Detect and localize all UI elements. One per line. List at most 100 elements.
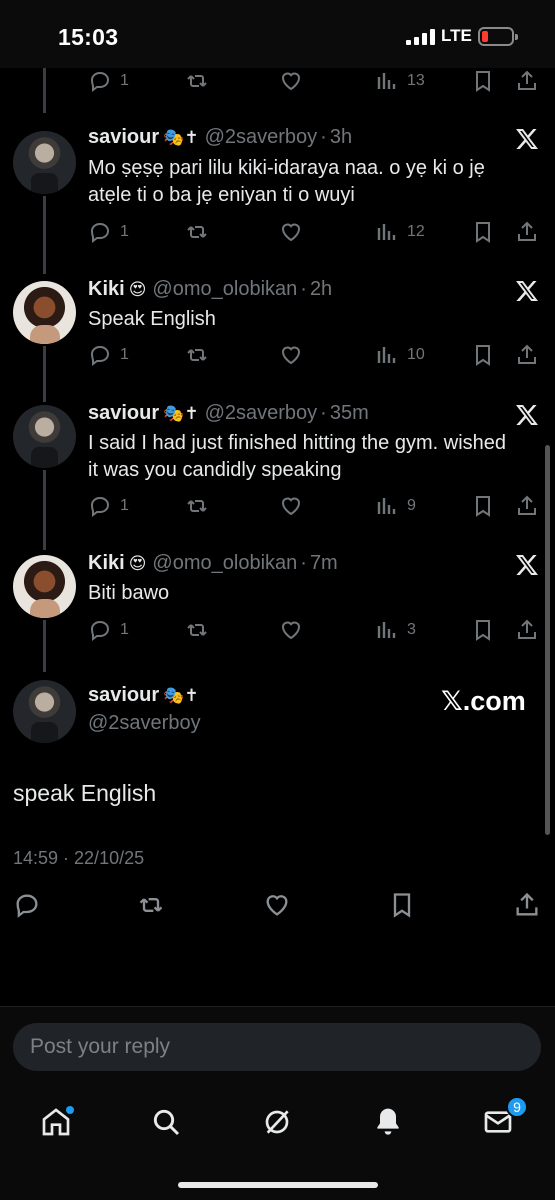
display-name[interactable]: saviour [88,402,159,424]
reply-input[interactable] [13,1023,541,1071]
x-logo-icon [516,555,538,575]
handle[interactable]: @2saverboy [88,712,201,735]
handle[interactable]: @omo_olobikan [152,552,297,574]
repost-button[interactable] [185,68,209,94]
share-button[interactable] [513,892,541,918]
nav-home[interactable] [36,1102,76,1142]
bell-icon [377,1108,399,1135]
display-name[interactable]: saviour [88,126,159,148]
focused-author: saviour 🎭✝ [88,684,199,707]
display-name[interactable]: Kiki [88,552,125,574]
reply-button[interactable]: 1 [88,617,129,643]
share-icon [518,495,536,515]
tweet-header: saviour 🎭✝ @2saverboy · 3h [88,126,352,149]
repost-button[interactable] [185,493,209,519]
bookmark-button[interactable] [471,68,495,94]
avatar[interactable] [13,131,76,194]
bookmark-icon [476,222,490,243]
share-button[interactable] [515,493,539,519]
like-button[interactable] [279,617,303,643]
reply-button[interactable]: 1 [88,68,129,94]
repost-button[interactable] [185,219,209,245]
action-row: 1 10 [88,342,543,368]
handle[interactable]: @omo_olobikan [152,278,297,300]
dot-separator: · [320,126,327,148]
avatar[interactable] [13,555,76,618]
share-icon [518,619,536,639]
views-count: 13 [407,72,425,89]
views-button[interactable]: 12 [375,219,425,245]
repost-icon [187,75,207,87]
views-icon [377,347,396,363]
heart-icon [281,621,301,640]
tweet-text: Biti bawo [88,582,170,604]
share-button[interactable] [515,219,539,245]
bookmark-icon [476,496,490,517]
bookmark-icon [476,345,490,366]
avatar[interactable] [13,281,76,344]
bookmark-button[interactable] [471,342,495,368]
bookmark-icon [476,71,490,92]
home-indicator[interactable] [178,1182,378,1188]
views-button[interactable]: 3 [375,617,416,643]
bookmark-button[interactable] [471,617,495,643]
handle[interactable]: @2saverboy [205,126,318,148]
views-button[interactable]: 13 [375,68,425,94]
like-button[interactable] [279,342,303,368]
repost-icon [139,898,163,912]
reply-button[interactable]: 1 [88,342,129,368]
nav-notifications[interactable] [368,1102,408,1142]
thread-line [43,470,46,550]
dot-separator: · [300,552,307,574]
name-emoji: 😍 [128,280,147,299]
like-button[interactable] [279,493,303,519]
like-button[interactable] [263,892,291,918]
repost-button[interactable] [185,617,209,643]
share-button[interactable] [515,617,539,643]
reply-count: 1 [120,72,129,89]
nav-search[interactable] [146,1102,186,1142]
nav-messages[interactable]: 9 [478,1096,528,1142]
display-name[interactable]: saviour [88,684,159,706]
share-icon [518,70,536,90]
bookmark-icon [476,620,490,641]
repost-button[interactable] [185,342,209,368]
bookmark-icon [393,893,411,918]
name-emoji: 🎭✝ [163,128,199,147]
notification-dot [66,1106,74,1114]
share-button[interactable] [515,68,539,94]
thread-line [43,68,46,113]
repost-icon [187,624,207,636]
tweet-time: 3h [329,126,353,148]
views-count: 10 [407,346,425,363]
like-button[interactable] [279,219,303,245]
reply-button[interactable] [13,892,41,918]
bookmark-button[interactable] [388,892,416,918]
avatar[interactable] [13,680,76,743]
name-emoji: 🎭✝ [163,404,199,423]
tweet-text: Speak English [88,308,216,330]
avatar[interactable] [13,405,76,468]
handle[interactable]: @2saverboy [205,402,318,424]
repost-icon [187,226,207,238]
display-name[interactable]: Kiki [88,278,125,300]
repost-button[interactable] [137,892,165,918]
share-button[interactable] [515,342,539,368]
views-button[interactable]: 10 [375,342,425,368]
share-icon [518,344,536,364]
focused-action-row [0,892,555,922]
reply-icon [16,894,38,918]
bookmark-button[interactable] [471,493,495,519]
reply-button[interactable]: 1 [88,493,129,519]
tweet-header: Kiki 😍 @omo_olobikan · 2h [88,278,332,301]
heart-icon [281,72,301,91]
post-timestamp: 14:59 · 22/10/25 [13,848,145,868]
dot-separator: · [300,278,307,300]
nav-grok[interactable] [257,1102,297,1142]
reply-button[interactable]: 1 [88,219,129,245]
views-button[interactable]: 9 [375,493,416,519]
bookmark-button[interactable] [471,219,495,245]
like-button[interactable] [279,68,303,94]
scrollbar[interactable] [545,445,550,835]
thread-line [43,620,46,672]
